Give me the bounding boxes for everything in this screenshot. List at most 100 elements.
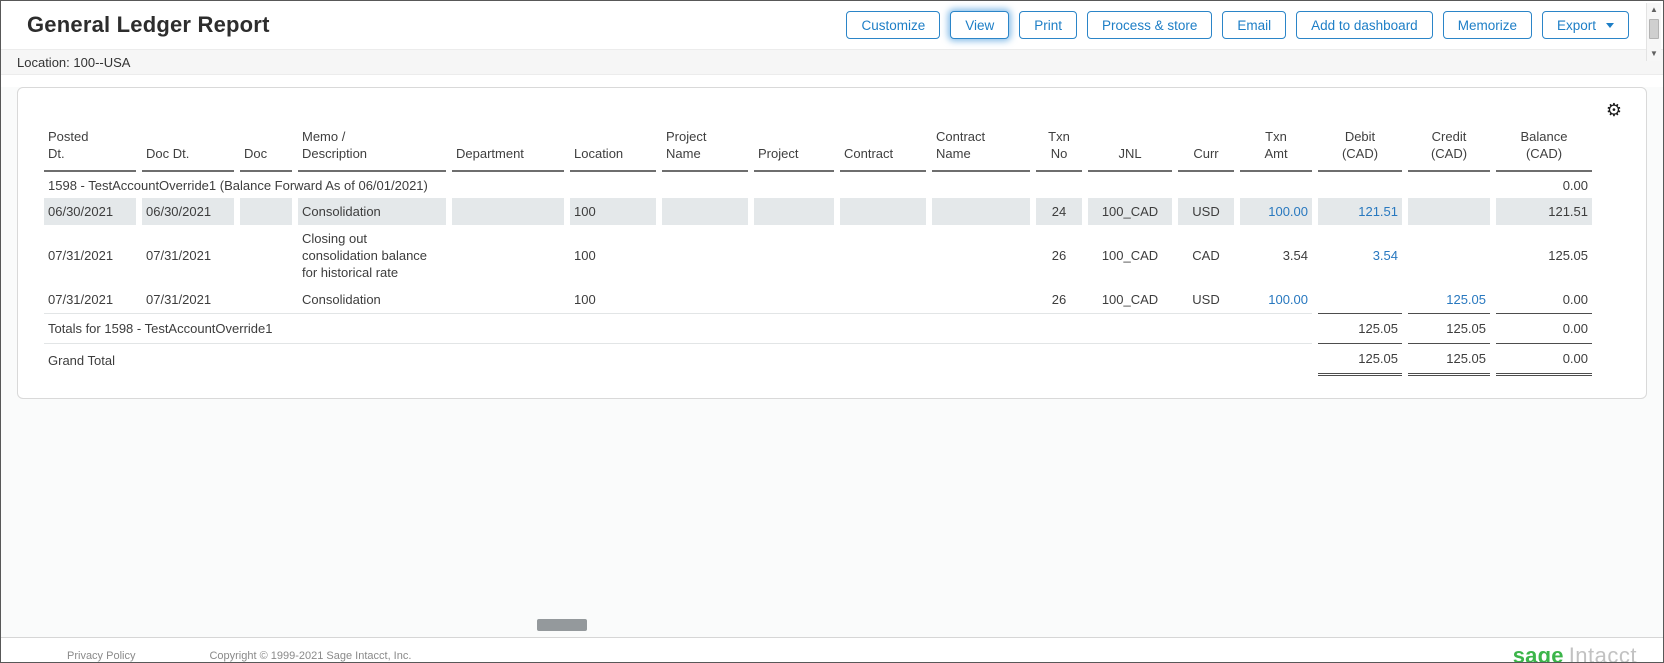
- column-header-location: Location: [570, 122, 656, 172]
- cell-txn_amt: 100.00: [1240, 286, 1312, 313]
- drilldown-link[interactable]: 100.00: [1268, 204, 1308, 219]
- cell-location: 100: [570, 225, 656, 286]
- drilldown-link[interactable]: 100.00: [1268, 292, 1308, 307]
- cell-location: 100: [570, 286, 656, 313]
- memorize-button[interactable]: Memorize: [1443, 11, 1532, 39]
- column-header-credit: Credit(CAD): [1408, 122, 1490, 172]
- total-debit: 125.05: [1318, 343, 1402, 376]
- page-header: General Ledger Report Customize View Pri…: [1, 1, 1663, 49]
- export-button-label: Export: [1557, 18, 1596, 33]
- column-header-contract: Contract: [840, 122, 926, 172]
- cell-doc: [240, 286, 292, 313]
- column-header-doc_dt: Doc Dt.: [142, 122, 234, 172]
- gear-icon[interactable]: ⚙: [1606, 100, 1622, 120]
- content-area: ⚙ PostedDt.Doc Dt.DocMemo /DescriptionDe…: [1, 87, 1663, 637]
- report-panel: ⚙ PostedDt.Doc Dt.DocMemo /DescriptionDe…: [17, 87, 1647, 399]
- cell-posted: 07/31/2021: [44, 286, 136, 313]
- cell-memo: Consolidation: [298, 286, 446, 313]
- total-balance: 0.00: [1496, 343, 1592, 376]
- cell-posted: 07/31/2021: [44, 225, 136, 286]
- totals-row: Totals for 1598 - TestAccountOverride112…: [44, 313, 1592, 343]
- cell-doc_dt: 07/31/2021: [142, 286, 234, 313]
- cell-project: [754, 198, 834, 225]
- column-header-project_name: ProjectName: [662, 122, 748, 172]
- page-footer: Privacy Policy Copyright © 1999-2021 Sag…: [1, 637, 1663, 663]
- cell-memo: Closing out consolidation balance for hi…: [298, 225, 446, 286]
- cell-contract: [840, 198, 926, 225]
- column-header-memo: Memo /Description: [298, 122, 446, 172]
- add-to-dashboard-button[interactable]: Add to dashboard: [1296, 11, 1433, 39]
- export-button[interactable]: Export: [1542, 11, 1629, 39]
- column-header-balance: Balance(CAD): [1496, 122, 1592, 172]
- process-store-button[interactable]: Process & store: [1087, 11, 1212, 39]
- cell-txn_no: 26: [1036, 225, 1082, 286]
- page-title: General Ledger Report: [27, 12, 270, 38]
- column-header-doc: Doc: [240, 122, 292, 172]
- cell-contract_name: [932, 198, 1030, 225]
- customize-button[interactable]: Customize: [846, 11, 940, 39]
- drilldown-link[interactable]: 121.51: [1358, 204, 1398, 219]
- horizontal-scrollbar-thumb[interactable]: [537, 619, 587, 631]
- email-button[interactable]: Email: [1222, 11, 1286, 39]
- privacy-policy-link[interactable]: Privacy Policy: [67, 650, 135, 662]
- report-table: PostedDt.Doc Dt.DocMemo /DescriptionDepa…: [38, 122, 1598, 376]
- logo-sage-text: sage: [1513, 643, 1564, 663]
- vertical-scrollbar[interactable]: ▲ ▼: [1646, 3, 1661, 61]
- cell-jnl: 100_CAD: [1088, 198, 1172, 225]
- grand-total-row: Grand Total125.05125.050.00: [44, 343, 1592, 376]
- cell-doc: [240, 225, 292, 286]
- column-header-department: Department: [452, 122, 564, 172]
- print-button[interactable]: Print: [1019, 11, 1077, 39]
- cell-curr: USD: [1178, 198, 1234, 225]
- chevron-down-icon: [1606, 23, 1614, 28]
- cell-debit: 3.54: [1318, 225, 1402, 286]
- column-header-project: Project: [754, 122, 834, 172]
- total-balance: 0.00: [1496, 313, 1592, 343]
- cell-txn_no: 26: [1036, 286, 1082, 313]
- header-row: PostedDt.Doc Dt.DocMemo /DescriptionDepa…: [44, 122, 1592, 172]
- drilldown-link[interactable]: 125.05: [1446, 292, 1486, 307]
- total-label: Grand Total: [44, 343, 1312, 376]
- cell-department: [452, 198, 564, 225]
- total-label: Totals for 1598 - TestAccountOverride1: [44, 313, 1312, 343]
- cell-curr: CAD: [1178, 225, 1234, 286]
- column-header-txn_amt: TxnAmt: [1240, 122, 1312, 172]
- cell-balance: 125.05: [1496, 225, 1592, 286]
- cell-contract: [840, 225, 926, 286]
- cell-doc: [240, 198, 292, 225]
- cell-contract_name: [932, 286, 1030, 313]
- cell-debit: 121.51: [1318, 198, 1402, 225]
- cell-doc_dt: 07/31/2021: [142, 225, 234, 286]
- scroll-up-icon[interactable]: ▲: [1647, 3, 1661, 17]
- cell-contract: [840, 286, 926, 313]
- table-row: 06/30/202106/30/2021Consolidation1002410…: [44, 198, 1592, 225]
- total-credit: 125.05: [1408, 313, 1490, 343]
- cell-balance: 121.51: [1496, 198, 1592, 225]
- cell-txn_amt: 3.54: [1240, 225, 1312, 286]
- column-header-txn_no: TxnNo: [1036, 122, 1082, 172]
- cell-jnl: 100_CAD: [1088, 225, 1172, 286]
- column-header-jnl: JNL: [1088, 122, 1172, 172]
- table-row: 07/31/202107/31/2021Consolidation1002610…: [44, 286, 1592, 313]
- cell-project_name: [662, 225, 748, 286]
- cell-memo: Consolidation: [298, 198, 446, 225]
- cell-debit: [1318, 286, 1402, 313]
- cell-doc_dt: 06/30/2021: [142, 198, 234, 225]
- cell-jnl: 100_CAD: [1088, 286, 1172, 313]
- cell-credit: [1408, 225, 1490, 286]
- cell-department: [452, 225, 564, 286]
- view-button[interactable]: View: [950, 11, 1009, 39]
- cell-project: [754, 225, 834, 286]
- column-header-contract_name: ContractName: [932, 122, 1030, 172]
- cell-project_name: [662, 198, 748, 225]
- report-filter-bar: Location: 100--USA: [1, 49, 1663, 75]
- scroll-down-icon[interactable]: ▼: [1647, 47, 1661, 61]
- cell-credit: [1408, 198, 1490, 225]
- scrollbar-track[interactable]: [1647, 17, 1661, 47]
- total-debit: 125.05: [1318, 313, 1402, 343]
- drilldown-link[interactable]: 3.54: [1373, 248, 1398, 263]
- cell-balance: 0.00: [1496, 286, 1592, 313]
- cell-contract_name: [932, 225, 1030, 286]
- scrollbar-thumb[interactable]: [1649, 19, 1659, 39]
- total-credit: 125.05: [1408, 343, 1490, 376]
